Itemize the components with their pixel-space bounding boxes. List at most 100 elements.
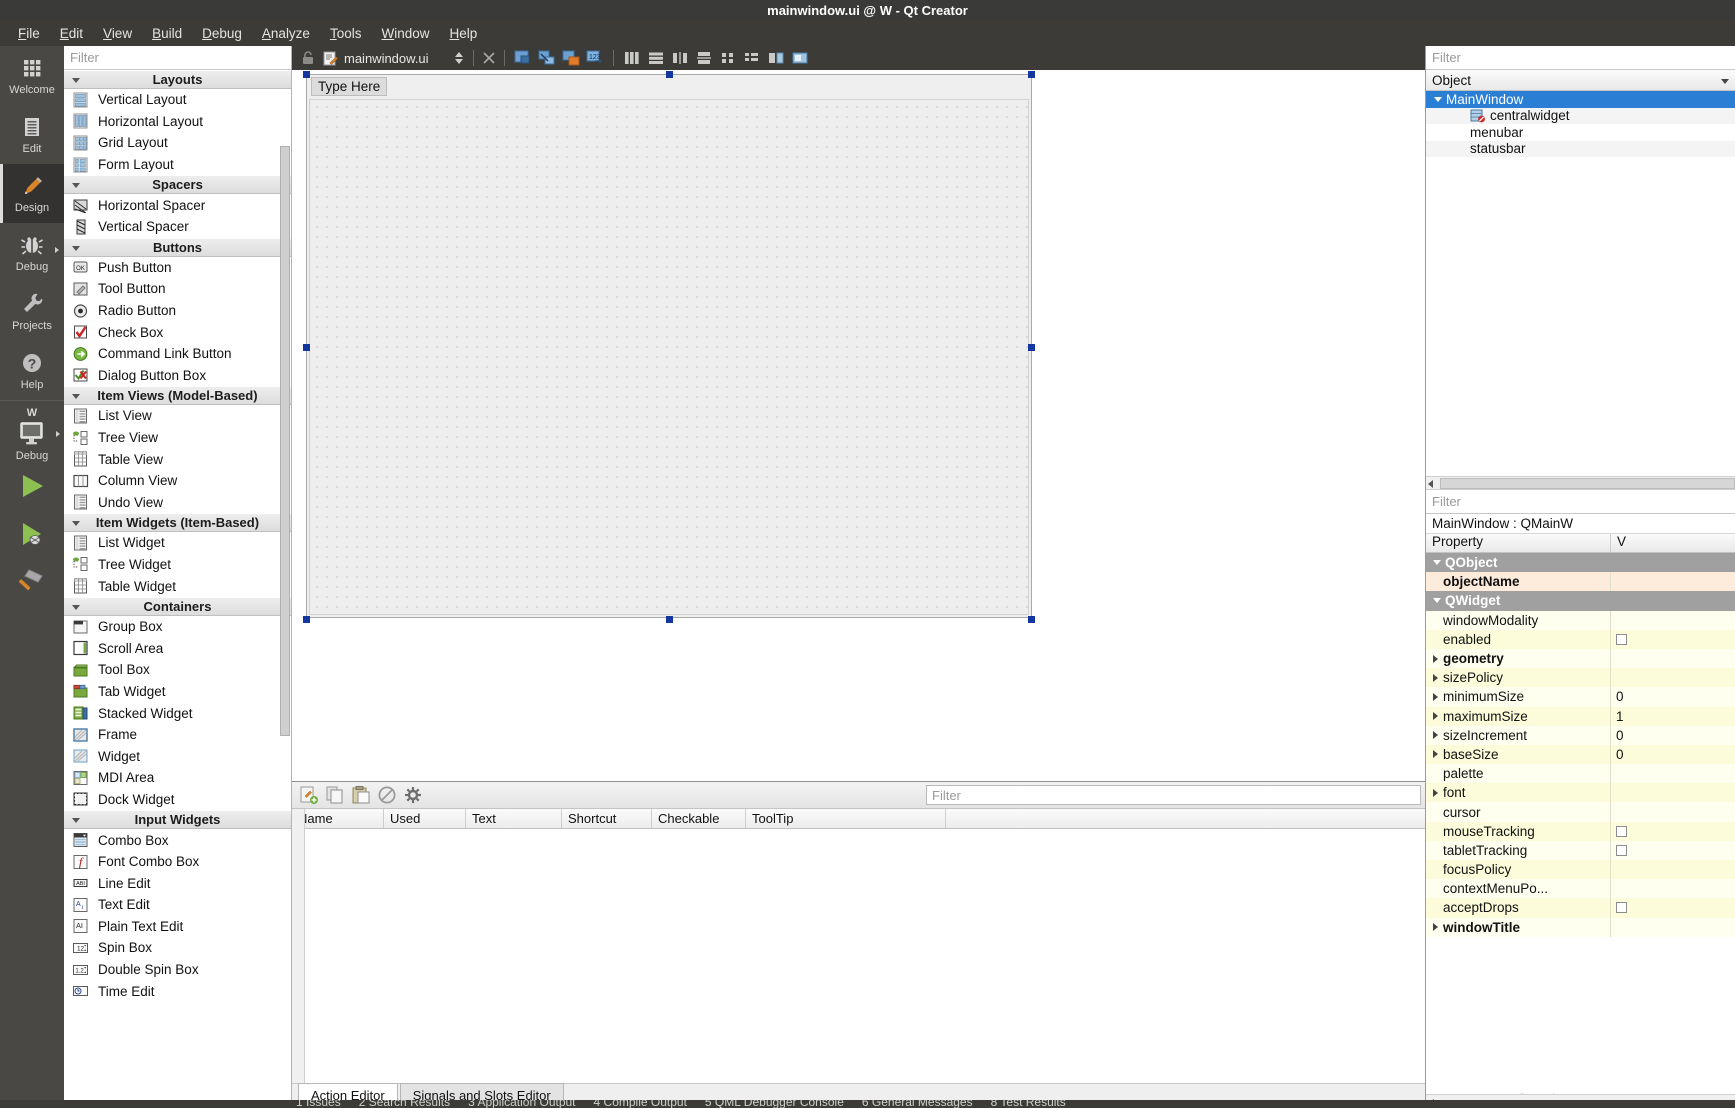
run-button[interactable] <box>0 462 64 510</box>
widget-box-filter-input[interactable] <box>70 50 285 65</box>
widget-item-font-combo-box[interactable]: fFont Combo Box <box>64 851 291 873</box>
menu-help[interactable]: Help <box>440 23 488 44</box>
property-value-cell[interactable]: 0 <box>1611 745 1735 764</box>
mode-help[interactable]: ?Help <box>0 341 64 400</box>
property-row-sizeincrement[interactable]: sizeIncrement0 <box>1426 726 1735 745</box>
column-header-used[interactable]: Used <box>384 809 466 828</box>
widget-item-group-box[interactable]: Group Box <box>64 616 291 638</box>
column-header-checkable[interactable]: Checkable <box>652 809 746 828</box>
layout-grid-icon[interactable] <box>718 49 738 67</box>
mode-edit[interactable]: Edit <box>0 105 64 164</box>
object-row-centralwidget[interactable]: centralwidget <box>1426 108 1735 125</box>
object-row-menubar[interactable]: menubar <box>1426 124 1735 141</box>
property-value-cell[interactable] <box>1611 553 1735 572</box>
property-row-enabled[interactable]: enabled <box>1426 630 1735 649</box>
editor-file-name[interactable]: mainwindow.ui <box>344 51 429 66</box>
widget-category-spacers[interactable]: Spacers <box>64 175 291 194</box>
widget-category-containers[interactable]: Containers <box>64 597 291 616</box>
resize-handle-bottom-right[interactable] <box>1028 616 1035 623</box>
action-editor-filter-input[interactable] <box>932 788 1415 803</box>
column-header-text[interactable]: Text <box>466 809 562 828</box>
chevron-down-icon[interactable] <box>72 183 80 188</box>
widget-item-dock-widget[interactable]: Dock Widget <box>64 789 291 811</box>
menubar-type-here-placeholder[interactable]: Type Here <box>311 77 387 96</box>
property-checkbox[interactable] <box>1616 845 1627 856</box>
object-inspector-hscrollbar[interactable] <box>1426 476 1735 490</box>
menu-debug[interactable]: Debug <box>192 23 252 44</box>
menu-file[interactable]: File <box>8 23 50 44</box>
property-table-body[interactable]: QObjectobjectNameQWidgetwindowModalityen… <box>1426 553 1735 937</box>
chevron-right-icon[interactable] <box>1433 923 1438 931</box>
property-row-basesize[interactable]: baseSize0 <box>1426 745 1735 764</box>
output-pane-1-issues[interactable]: 1 Issues <box>296 1100 341 1108</box>
adjust-size-icon[interactable] <box>790 49 810 67</box>
property-row-qobject[interactable]: QObject <box>1426 553 1735 572</box>
property-row-cursor[interactable]: cursor <box>1426 802 1735 821</box>
property-value-cell[interactable] <box>1611 879 1735 898</box>
build-button[interactable] <box>0 558 64 606</box>
chevron-down-icon[interactable] <box>72 818 80 823</box>
widget-item-column-view[interactable]: Column View <box>64 470 291 492</box>
widget-item-tab-widget[interactable]: Tab Widget <box>64 681 291 703</box>
column-header-tooltip[interactable]: ToolTip <box>746 809 946 828</box>
chevron-right-icon[interactable] <box>1433 731 1438 739</box>
widget-category-item-views-model-based[interactable]: Item Views (Model-Based) <box>64 386 291 405</box>
widget-item-check-box[interactable]: Check Box <box>64 321 291 343</box>
resize-handle-top-center[interactable] <box>666 71 673 78</box>
property-row-sizepolicy[interactable]: sizePolicy <box>1426 668 1735 687</box>
edit-widgets-icon[interactable] <box>513 49 533 67</box>
property-row-focuspolicy[interactable]: focusPolicy <box>1426 860 1735 879</box>
property-value-cell[interactable] <box>1611 783 1735 802</box>
object-row-statusbar[interactable]: statusbar <box>1426 141 1735 158</box>
action-editor-filter[interactable] <box>926 785 1421 805</box>
kit-selector[interactable]: W Debug <box>0 401 64 462</box>
new-action-icon[interactable] <box>298 785 320 805</box>
widget-item-tree-widget[interactable]: Tree Widget <box>64 554 291 576</box>
resize-handle-top-right[interactable] <box>1028 71 1035 78</box>
edit-signals-slots-icon[interactable] <box>537 49 557 67</box>
scrollbar-thumb[interactable] <box>1440 478 1735 489</box>
widget-item-tool-box[interactable]: Tool Box <box>64 659 291 681</box>
widget-box-scrollbar[interactable] <box>280 146 290 736</box>
property-row-contextmenupo-[interactable]: contextMenuPo... <box>1426 879 1735 898</box>
widget-item-grid-layout[interactable]: Grid Layout <box>64 132 291 154</box>
column-header-name[interactable]: Name <box>292 809 384 828</box>
resize-handle-bottom-left[interactable] <box>303 616 310 623</box>
edit-action-icon[interactable] <box>402 785 424 805</box>
widget-item-dialog-button-box[interactable]: Dialog Button Box <box>64 365 291 387</box>
property-row-palette[interactable]: palette <box>1426 764 1735 783</box>
layout-form-icon[interactable] <box>742 49 762 67</box>
mode-design[interactable]: Design <box>0 164 64 223</box>
property-row-font[interactable]: font <box>1426 783 1735 802</box>
widget-item-time-edit[interactable]: Time Edit <box>64 980 291 1002</box>
property-value-cell[interactable] <box>1611 611 1735 630</box>
widget-item-widget[interactable]: Widget <box>64 745 291 767</box>
chevron-right-icon[interactable] <box>1433 712 1438 720</box>
delete-action-icon[interactable] <box>376 785 398 805</box>
property-editor-filter[interactable] <box>1426 490 1735 514</box>
property-row-qwidget[interactable]: QWidget <box>1426 591 1735 610</box>
widget-item-spin-box[interactable]: 12Spin Box <box>64 937 291 959</box>
property-value-cell[interactable] <box>1611 591 1735 610</box>
widget-item-command-link-button[interactable]: Command Link Button <box>64 343 291 365</box>
debug-button[interactable] <box>0 510 64 558</box>
chevron-down-icon[interactable] <box>72 394 80 399</box>
property-value-cell[interactable] <box>1611 630 1735 649</box>
property-value-cell[interactable] <box>1611 860 1735 879</box>
menu-view[interactable]: View <box>93 23 142 44</box>
widget-item-tool-button[interactable]: Tool Button <box>64 278 291 300</box>
widget-item-list-view[interactable]: List View <box>64 405 291 427</box>
widget-item-horizontal-layout[interactable]: Horizontal Layout <box>64 111 291 133</box>
unlocked-icon[interactable] <box>300 50 316 66</box>
property-value-cell[interactable]: 0 <box>1611 687 1735 706</box>
output-pane-3-application-output[interactable]: 3 Application Output <box>468 1100 575 1108</box>
form-centralwidget[interactable] <box>309 99 1029 615</box>
output-pane-4-compile-output[interactable]: 4 Compile Output <box>594 1100 687 1108</box>
menu-tools[interactable]: Tools <box>320 23 372 44</box>
widget-item-radio-button[interactable]: Radio Button <box>64 300 291 322</box>
property-value-cell[interactable] <box>1611 572 1735 591</box>
resize-handle-bottom-center[interactable] <box>666 616 673 623</box>
property-value-cell[interactable]: 0 <box>1611 726 1735 745</box>
widget-item-undo-view[interactable]: Undo View <box>64 492 291 514</box>
property-row-geometry[interactable]: geometry <box>1426 649 1735 668</box>
